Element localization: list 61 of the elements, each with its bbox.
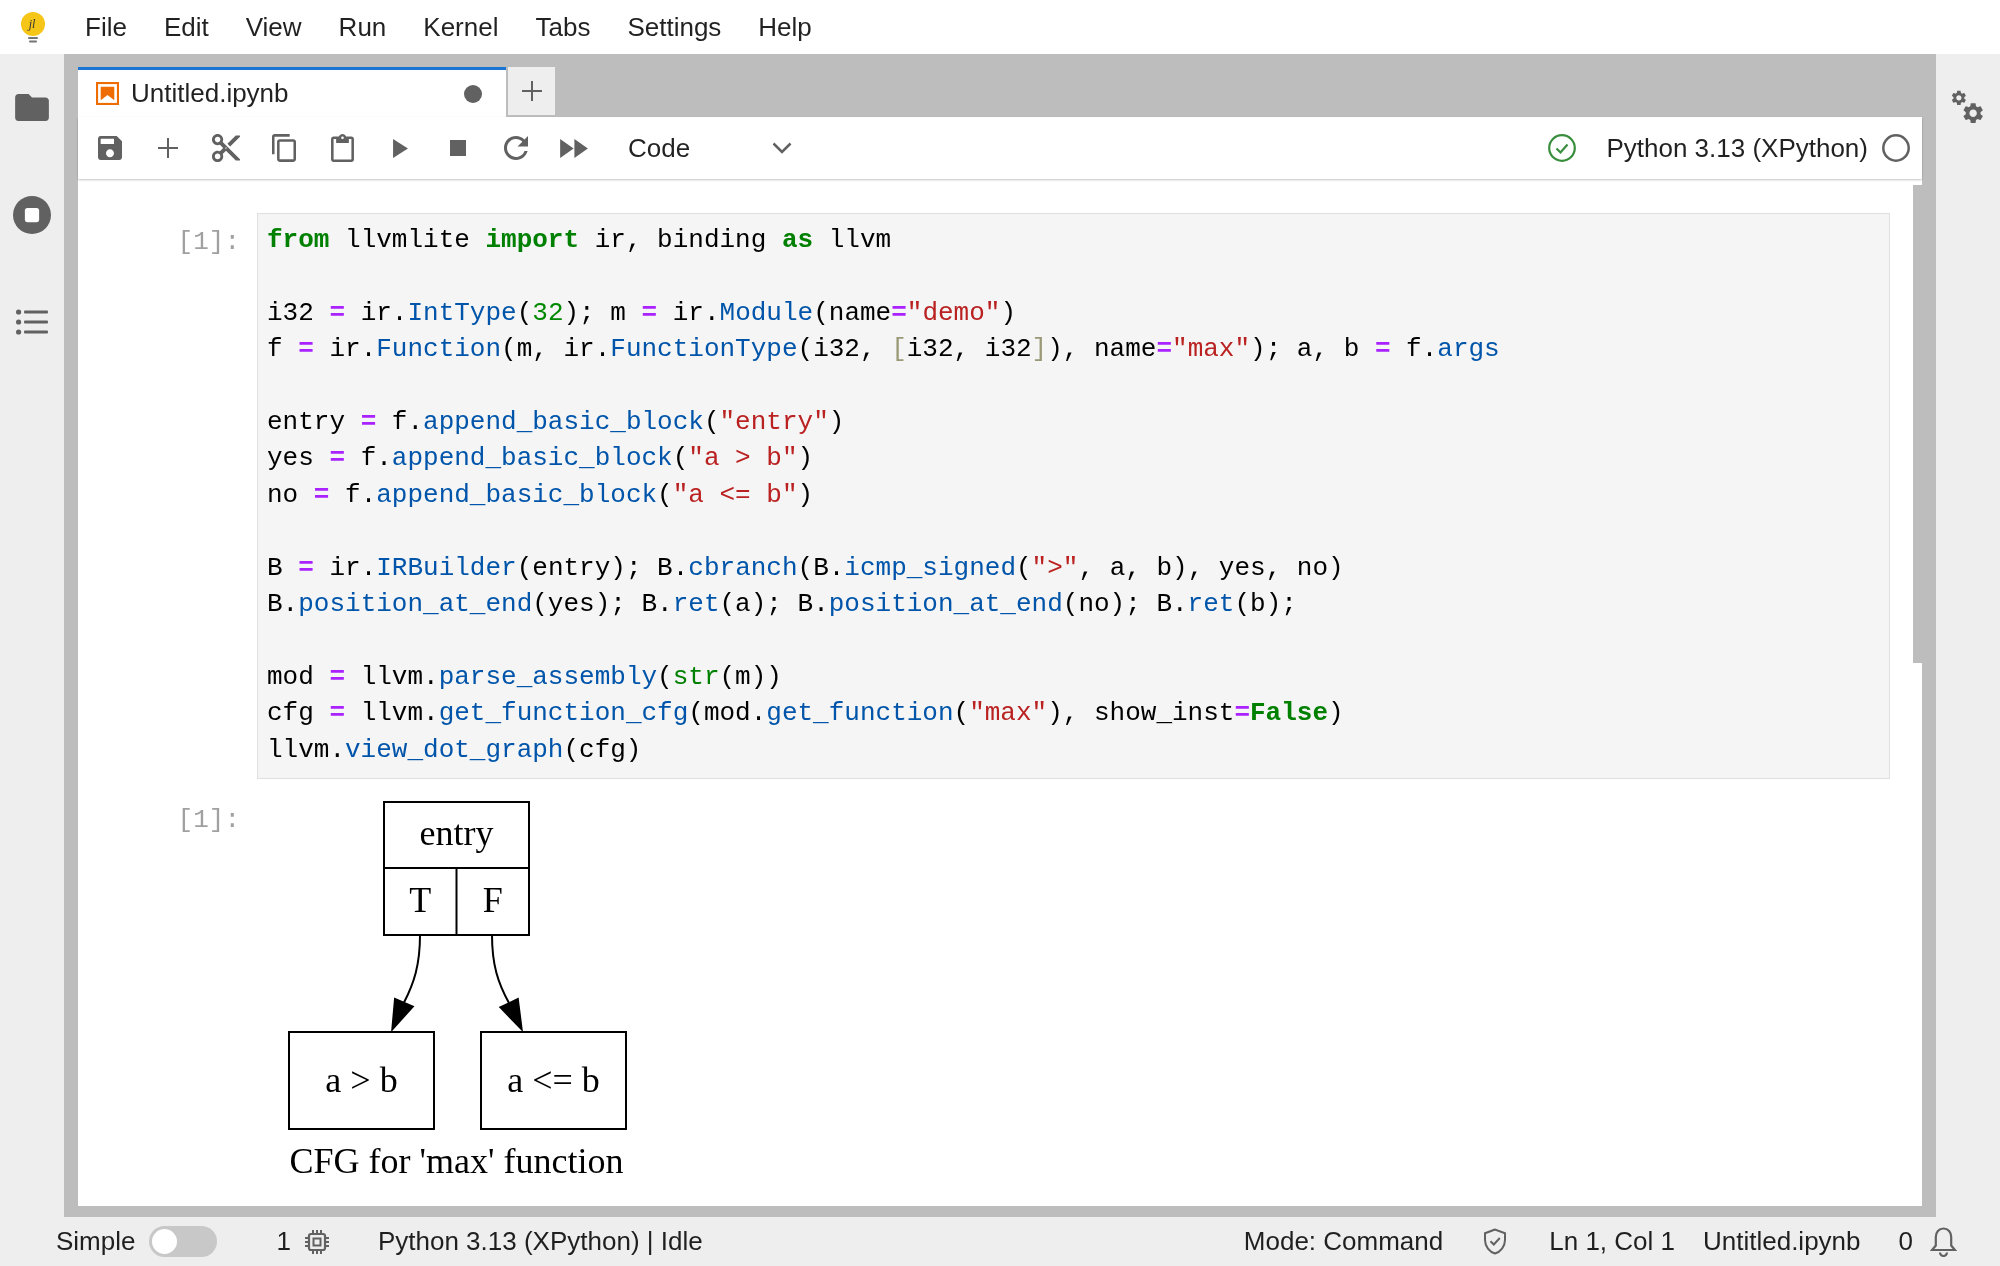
notebook-tab[interactable]: Untitled.ipynb [78,67,506,117]
node-label: entry [419,813,494,854]
graph-node: a > b [288,1031,435,1131]
gears-icon[interactable] [1951,90,1985,124]
clipboard-icon[interactable] [330,134,354,162]
dot-icon[interactable] [464,84,482,103]
code-editor[interactable] [257,213,1890,780]
stop-circle-icon[interactable] [13,195,51,234]
code-line: mod = llvm.parse_assembly(str(m)) [267,660,782,694]
restart-icon[interactable] [504,136,528,160]
port-label: T [409,880,432,921]
chip-icon[interactable] [303,1228,330,1255]
shield-check-icon[interactable] [1483,1228,1508,1255]
port-label: F [482,880,503,921]
file-name: Untitled.ipynb [1703,1226,1861,1257]
mode-status: Mode: Command [1243,1226,1444,1257]
output-prompt: [1]: [177,805,240,836]
cell-type-dropdown[interactable]: Code [614,126,804,170]
plus-icon[interactable] [158,138,178,158]
menu-item[interactable]: Edit [145,0,228,54]
scrollbar-thumb[interactable] [1913,185,1922,663]
code-line: no = f.append_basic_block("a <= b") [267,478,814,512]
cursor-position[interactable]: Ln 1, Col 1 [1549,1226,1675,1257]
menu-item[interactable]: Run [320,0,405,54]
save-icon[interactable] [98,136,122,160]
code-line: cfg = llvm.get_function_cfg(mod.get_function("max"), show_inst=False) [267,697,1344,731]
code-line: entry = f.append_basic_block("entry") [267,406,845,439]
fast-forward-icon[interactable] [560,138,588,158]
kernel-name-button[interactable]: Python 3.13 (XPython) [1606,132,1868,164]
copy-icon[interactable] [272,134,296,162]
kernel-status-text[interactable]: Python 3.13 (XPython) | Idle [377,1226,703,1257]
bell-icon[interactable] [1930,1226,1957,1257]
code-line: B.position_at_end(yes); B.ret(a); B.position_at_end(no); B.ret(b); [267,588,1297,621]
graph-caption: CFG for 'max' function [289,1141,624,1182]
menu-item[interactable]: Help [739,0,831,54]
code-line: B = ir.IRBuilder(entry); B.cbranch(B.icmp_signed(">", a, b), yes, no) [267,551,1344,585]
toggle-label: Simple [56,1226,136,1257]
play-icon[interactable] [392,138,408,158]
menu-item[interactable]: Settings [608,0,740,54]
menu-item[interactable]: Kernel [404,0,517,54]
chevron-down-icon [772,142,792,154]
input-prompt: [1]: [177,227,240,257]
scissors-icon[interactable] [212,134,240,162]
code-line: f = ir.Function(m, ir.FunctionType(i32, [i32, i32]), name="max"); a, b = f.args [267,333,1500,367]
kernel-count[interactable]: 1 [276,1226,291,1257]
code-line: i32 = ir.IntType(32); m = ir.Module(name="demo") [267,296,1017,330]
code-line: from llvmlite import ir, binding as llvm [267,224,892,257]
code-line: yes = f.append_basic_block("a > b") [267,442,814,476]
code-line: llvm.view_dot_graph(cfg) [267,733,642,767]
notification-count: 0 [1898,1226,1913,1257]
check-circle-icon [1548,134,1577,162]
list-icon[interactable] [16,308,48,335]
notebook-icon [96,82,119,105]
graph-node: a <= b [480,1031,627,1131]
menu-item[interactable]: Tabs [516,0,609,54]
plus-icon [521,81,542,101]
new-tab-button[interactable] [508,67,555,115]
menu-item[interactable]: File [66,0,146,54]
folder-icon[interactable] [15,94,49,121]
toggle-switch[interactable] [149,1226,218,1257]
menu-item[interactable]: View [227,0,321,54]
